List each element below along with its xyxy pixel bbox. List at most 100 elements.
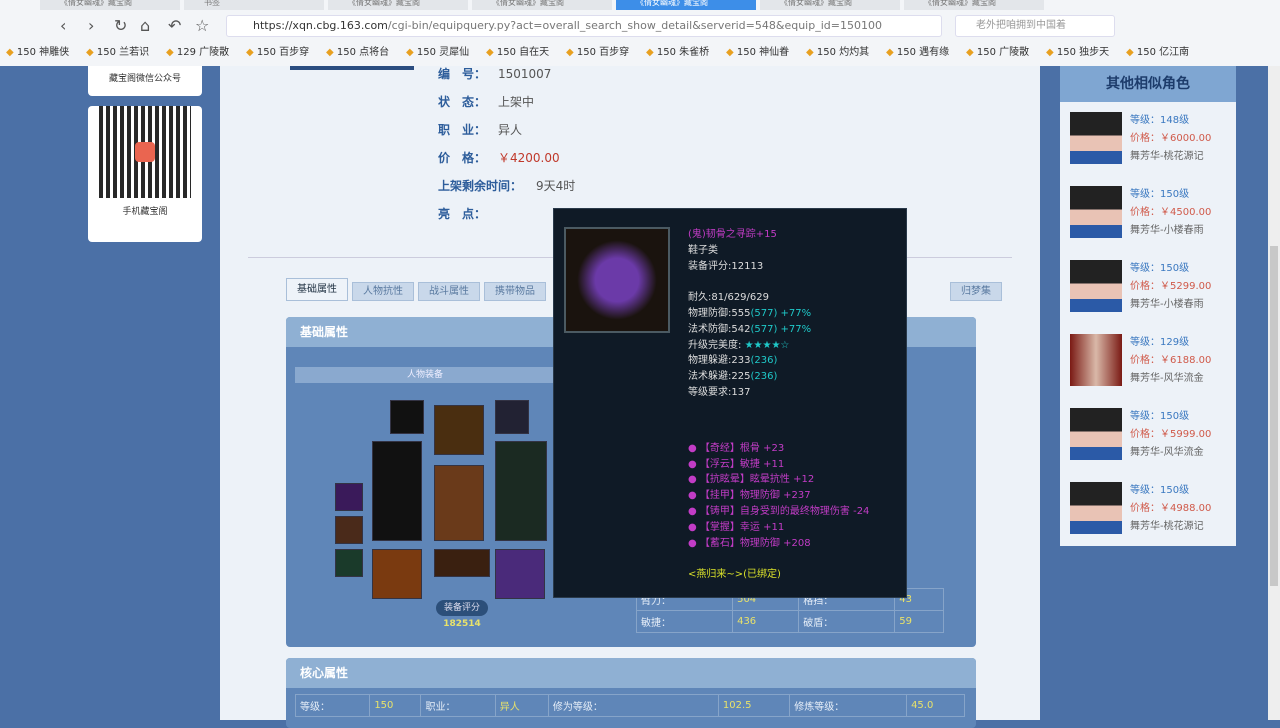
- url-input[interactable]: https://xqn.cbg.163.com/cgi-bin/equipque…: [226, 15, 942, 37]
- item-name: (鬼)韧骨之寻踪+15: [688, 229, 777, 240]
- role-server: 舞芳华-风华流金: [1130, 373, 1204, 384]
- back-icon[interactable]: ‹: [60, 16, 66, 35]
- browser-tab[interactable]: 《倩女幽魂》藏宝阁: [40, 0, 180, 10]
- app-label: 手机藏宝阁: [122, 207, 168, 217]
- equip-slot-boots[interactable]: [495, 549, 545, 599]
- item-score: 装备评分:12113: [688, 260, 764, 272]
- item-type: 鞋子类: [688, 244, 718, 256]
- browser-tab[interactable]: 《倩女幽魂》藏宝阁: [760, 0, 900, 10]
- similar-item[interactable]: 等级：129级 价格：￥6188.00 舞芳华-风华流金: [1060, 324, 1236, 398]
- bookmark[interactable]: 150 点将台: [326, 43, 406, 58]
- avatar[interactable]: [1070, 408, 1122, 460]
- avatar[interactable]: [1070, 112, 1122, 164]
- affix: 【抗眩晕】眩晕抗性 +12: [699, 474, 815, 486]
- role-price: 价格：￥6000.00: [1130, 133, 1212, 144]
- role-server: 舞芳华-桃花源记: [1130, 521, 1204, 532]
- item-pdef-bonus: (577) +77%: [750, 307, 812, 319]
- bookmark[interactable]: 150 百步穿: [566, 43, 646, 58]
- affix: 【挂甲】物理防御 +237: [699, 490, 811, 502]
- bookmark[interactable]: 129 广陵散: [166, 43, 246, 58]
- equip-slot-armor[interactable]: [434, 465, 484, 541]
- info-label: 价 格：: [438, 151, 487, 165]
- role-level: 等级：150级: [1130, 485, 1190, 496]
- equip-slot-helmet[interactable]: [434, 405, 484, 455]
- role-level: 等级：150级: [1130, 189, 1190, 200]
- role-server: 舞芳华-小楼春雨: [1130, 299, 1204, 310]
- item-mdef-bonus: (577) +77%: [750, 323, 812, 335]
- browser-tab[interactable]: 《倩女幽魂》藏宝阁: [472, 0, 612, 10]
- tab-items[interactable]: 携带物品: [484, 282, 546, 301]
- equip-slot-earring[interactable]: [335, 549, 363, 577]
- stat-value: 102.5: [717, 694, 791, 717]
- similar-item[interactable]: 等级：150级 价格：￥5999.00 舞芳华-风华流金: [1060, 398, 1236, 472]
- avatar-bottom: [290, 66, 414, 70]
- browser-tab[interactable]: 《倩女幽魂》藏宝阁: [904, 0, 1044, 10]
- browser-tab[interactable]: 书签: [184, 0, 324, 10]
- avatar[interactable]: [1070, 260, 1122, 312]
- bookmark[interactable]: 150 灼灼其: [806, 43, 886, 58]
- equip-slot-ring[interactable]: [335, 483, 363, 511]
- bookmark[interactable]: 150 广陵散: [966, 43, 1046, 58]
- avatar[interactable]: [1070, 186, 1122, 238]
- bookmarks-bar: 150 神雕侠150 兰若识129 广陵散150 百步穿150 点将台150 灵…: [6, 43, 1206, 58]
- equip-slot-offhand[interactable]: [495, 441, 547, 541]
- scrollbar-thumb[interactable]: [1270, 246, 1278, 586]
- panel-title: 核心属性: [286, 658, 976, 688]
- stat-value: 45.0: [906, 694, 965, 717]
- tab-basic[interactable]: 基础属性: [286, 278, 348, 301]
- equip-slot-belt[interactable]: [434, 549, 490, 577]
- role-price: 价格：￥5299.00: [1130, 281, 1212, 292]
- item-mdodge-bonus: (236): [750, 371, 778, 383]
- avatar[interactable]: [1070, 334, 1122, 386]
- browser-tab-active[interactable]: 《倩女幽魂》藏宝阁: [616, 0, 756, 10]
- role-price: 价格：￥4500.00: [1130, 207, 1212, 218]
- tab-combat[interactable]: 战斗属性: [418, 282, 480, 301]
- bookmark[interactable]: 150 神雕侠: [6, 43, 86, 58]
- equip-slot-charm[interactable]: [495, 400, 529, 434]
- page-scrollbar[interactable]: [1268, 66, 1280, 720]
- similar-title: 其他相似角色: [1060, 66, 1236, 102]
- stat-label: 修炼等级：: [789, 694, 908, 717]
- bookmark[interactable]: 150 自在天: [486, 43, 566, 58]
- equip-slot-weapon[interactable]: [372, 441, 422, 541]
- tab-strip: 《倩女幽魂》藏宝阁 书签 《倩女幽魂》藏宝阁 《倩女幽魂》藏宝阁 《倩女幽魂》藏…: [40, 0, 1280, 10]
- stat-label: 职业：: [420, 694, 496, 717]
- equip-slot-ring2[interactable]: [335, 516, 363, 544]
- stat-label: 修为等级：: [547, 694, 719, 717]
- home-icon[interactable]: ⌂: [140, 16, 150, 35]
- undo-icon[interactable]: ↶: [168, 16, 181, 35]
- core-panel: 核心属性 等级： 150 职业： 异人 修为等级： 102.5 修炼等级： 45.0: [286, 658, 976, 728]
- similar-item[interactable]: 等级：150级 价格：￥4988.00 舞芳华-桃花源记: [1060, 472, 1236, 546]
- item-mdodge: 法术躲避:225: [688, 371, 751, 383]
- info-value: 9天4时: [536, 179, 576, 193]
- stat-value: 150: [369, 694, 422, 717]
- info-value: 异人: [498, 123, 523, 137]
- score-label: 装备评分: [436, 600, 488, 616]
- wechat-label: 藏宝阁微信公众号: [88, 66, 202, 96]
- forward-icon[interactable]: ›: [88, 16, 94, 35]
- tab-resistance[interactable]: 人物抗性: [352, 282, 414, 301]
- bookmark[interactable]: 150 百步穿: [246, 43, 326, 58]
- bookmark[interactable]: 150 朱雀桥: [646, 43, 726, 58]
- similar-item[interactable]: 等级：150级 价格：￥5299.00 舞芳华-小楼春雨: [1060, 250, 1236, 324]
- tooltip-text: (鬼)韧骨之寻踪+15 鞋子类 装备评分:12113 耐久:81/629/629…: [688, 227, 869, 583]
- bookmark[interactable]: 150 独步天: [1046, 43, 1126, 58]
- bookmark[interactable]: 150 亿江南: [1126, 43, 1206, 58]
- role-price: 价格：￥5999.00: [1130, 429, 1212, 440]
- browser-tab[interactable]: 《倩女幽魂》藏宝阁: [328, 0, 468, 10]
- equip-slot-gloves[interactable]: [372, 549, 422, 599]
- search-input[interactable]: 老外把咱拥到中国着: [955, 15, 1115, 37]
- avatar[interactable]: [1070, 482, 1122, 534]
- equip-slot-necklace[interactable]: [390, 400, 424, 434]
- similar-item[interactable]: 等级：150级 价格：￥4500.00 舞芳华-小楼春雨: [1060, 176, 1236, 250]
- similar-item[interactable]: 等级：148级 价格：￥6000.00 舞芳华-桃花源记: [1060, 102, 1236, 176]
- tab-guimengji[interactable]: 归梦集: [950, 282, 1002, 301]
- reload-icon[interactable]: ↻: [114, 16, 127, 35]
- bookmark[interactable]: 150 遇有缘: [886, 43, 966, 58]
- bookmark[interactable]: 150 灵犀仙: [406, 43, 486, 58]
- stat-label: 敏捷：: [635, 610, 734, 633]
- star-icon[interactable]: ☆: [195, 16, 209, 35]
- url-host: https://xqn.cbg.163.com: [253, 19, 388, 32]
- bookmark[interactable]: 150 兰若识: [86, 43, 166, 58]
- bookmark[interactable]: 150 神仙眷: [726, 43, 806, 58]
